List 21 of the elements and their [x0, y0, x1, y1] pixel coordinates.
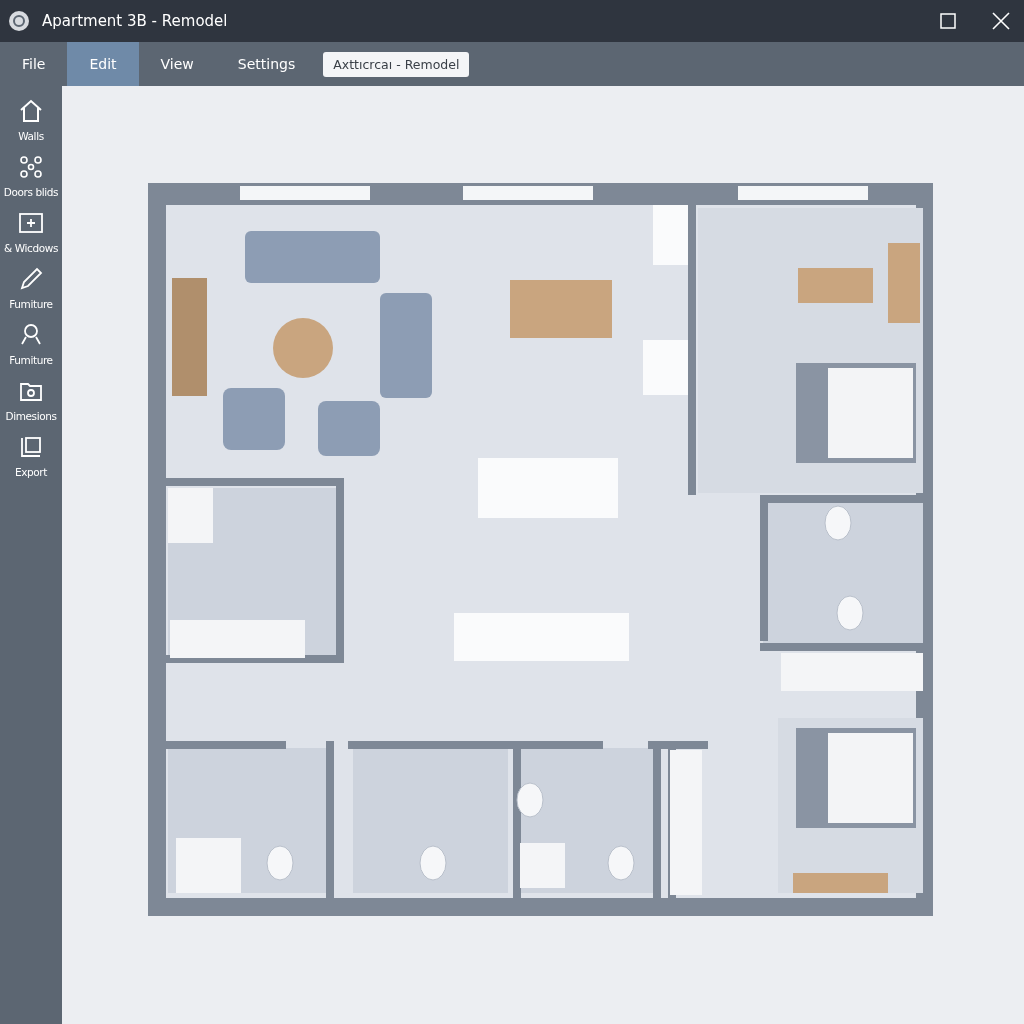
tool-label[interactable]: & Wicdows [4, 242, 58, 254]
tool-label[interactable]: Fumiture [9, 354, 53, 366]
window-frame-icon [18, 210, 44, 236]
pencil-icon [18, 266, 44, 292]
nodes-icon [18, 154, 44, 180]
house-icon [18, 98, 44, 124]
tool-label[interactable]: Fumiture [9, 298, 53, 310]
menu-item[interactable]: File [0, 42, 68, 86]
menu-item[interactable]: View [138, 42, 216, 86]
menu-item[interactable]: Edit [67, 42, 139, 86]
maximize-icon[interactable] [940, 13, 956, 29]
export-icon [18, 434, 44, 460]
window-title: Apartment 3B - Remodel [42, 12, 229, 30]
tool-label[interactable]: Walls [18, 130, 44, 142]
app-logo-icon [8, 10, 30, 32]
menu-item[interactable]: Settings [215, 42, 318, 86]
document-tab[interactable]: Axttıcrcaı - Remodel [323, 51, 470, 77]
tool-label[interactable]: Dimesions [5, 410, 57, 422]
tool-label[interactable]: Export [15, 466, 47, 478]
tool-label[interactable]: Doors blids [3, 186, 59, 198]
close-icon[interactable] [992, 12, 1010, 30]
